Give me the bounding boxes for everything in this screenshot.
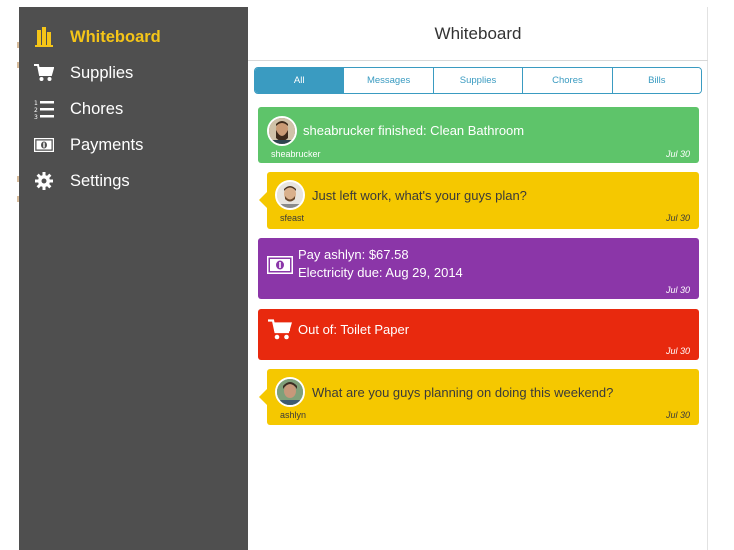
feed-date: Jul 30 [665,346,690,356]
sidebar-item-label: Whiteboard [70,27,161,46]
tab-all[interactable]: All [255,68,345,93]
feed-message: sheabrucker finished: Clean Bathroom [303,123,525,138]
feed-item-message[interactable]: Just left work, what's your guys plan? s… [259,172,699,229]
money-icon [267,256,293,279]
sidebar-item-whiteboard[interactable]: Whiteboard [19,19,248,55]
feed-message: What are you guys planning on doing this… [312,385,614,400]
sidebar-item-chores[interactable]: 1 2 3 Chores [19,91,248,127]
bubble-pointer [259,389,267,405]
sidebar-item-label: Settings [70,171,130,190]
sidebar-item-label: Payments [70,135,144,154]
avatar [267,116,297,146]
feed-item-bill[interactable]: Pay ashlyn: $67.58 Electricity due: Aug … [258,238,699,299]
sidebar-item-supplies[interactable]: Supplies [19,55,248,91]
feed-item-message[interactable]: What are you guys planning on doing this… [259,369,699,425]
building-icon [33,26,55,48]
feed-message: Just left work, what's your guys plan? [312,188,527,203]
feed-date: Jul 30 [665,213,690,223]
app-window: Whiteboard Supplies 1 2 3 Chores Payment… [19,7,708,550]
money-icon [33,134,55,156]
gear-icon [33,170,55,192]
feed-date: Jul 30 [665,285,690,295]
page-title: Whiteboard [434,23,522,43]
sidebar: Whiteboard Supplies 1 2 3 Chores Payment… [19,7,248,550]
tab-bills[interactable]: Bills [612,68,701,93]
bubble-pointer [259,192,267,208]
avatar [275,377,305,407]
feed-date: Jul 30 [665,410,690,420]
list-icon: 1 2 3 [33,98,55,120]
feed-username: sheabrucker [271,149,321,159]
cart-icon [33,62,55,84]
tab-chores[interactable]: Chores [523,68,613,93]
avatar [275,180,305,210]
cart-icon [268,319,292,345]
sidebar-item-label: Supplies [70,63,134,82]
tab-messages[interactable]: Messages [344,68,434,93]
svg-text:1: 1 [34,100,38,107]
svg-text:2: 2 [34,107,38,114]
main-panel: Whiteboard All Messages Supplies Chores … [248,7,708,550]
bill-payment-line: Pay ashlyn: $67.58 [298,247,409,262]
sidebar-item-label: Chores [70,99,124,118]
sidebar-item-payments[interactable]: Payments [19,127,248,163]
feed-item-supply[interactable]: Out of: Toilet Paper Jul 30 [258,309,699,360]
tab-supplies[interactable]: Supplies [433,68,524,93]
header: Whiteboard [248,7,708,61]
feed-username: ashlyn [280,410,307,420]
feed-username: sfeast [280,213,305,223]
feed-message: Out of: Toilet Paper [298,322,410,337]
sidebar-item-settings[interactable]: Settings [19,163,248,199]
filter-tabs: All Messages Supplies Chores Bills [254,67,702,94]
feed-item-chore[interactable]: sheabrucker finished: Clean Bathroom she… [258,107,699,163]
svg-text:3: 3 [34,114,38,119]
bill-due-line: Electricity due: Aug 29, 2014 [298,265,463,280]
feed-date: Jul 30 [665,149,690,159]
left-background [0,0,19,550]
